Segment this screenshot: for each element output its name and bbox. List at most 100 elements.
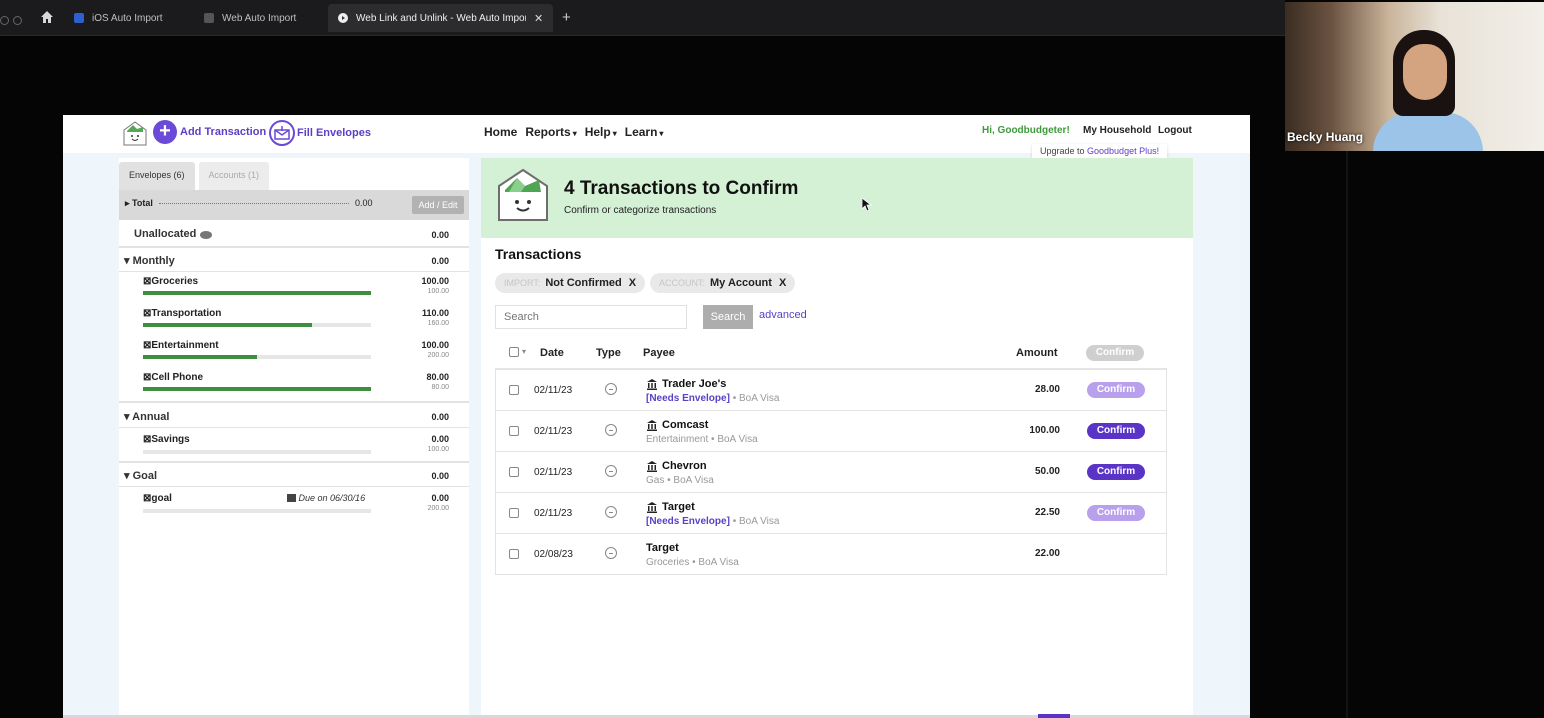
row-payee[interactable]: Target	[646, 501, 695, 513]
needs-envelope-link[interactable]: [Needs Envelope]	[646, 516, 730, 527]
plus-icon: +	[153, 120, 177, 144]
chevron-down-icon[interactable]: ▾	[522, 347, 526, 356]
envelope-goal[interactable]: ⊠goal	[143, 493, 172, 504]
tab-web-link-unlink[interactable]: Web Link and Unlink - Web Auto Import ✕	[328, 4, 554, 32]
due-date-text: Due on 06/30/16	[298, 493, 366, 503]
nav-home[interactable]: Home	[484, 125, 517, 139]
envelope-entertainment[interactable]: ⊠Entertainment	[143, 340, 219, 351]
nav-reports[interactable]: Reports ▾	[525, 125, 576, 139]
select-all-checkbox[interactable]	[509, 347, 519, 357]
goodbudget-logo-icon	[498, 168, 548, 221]
table-row[interactable]: 02/08/23 Target Groceries • BoA Visa 22.…	[495, 533, 1167, 575]
envelope-cell-phone[interactable]: ⊠Cell Phone	[143, 372, 203, 383]
window-dot-icon[interactable]	[13, 16, 22, 25]
table-row[interactable]: 02/11/23 Target [Needs Envelope] • BoA V…	[495, 492, 1167, 534]
row-payee[interactable]: Target	[646, 542, 679, 554]
column-type[interactable]: Type	[596, 347, 621, 359]
needs-envelope-link[interactable]: [Needs Envelope]	[646, 393, 730, 404]
envelope-budget: 80.00	[431, 384, 449, 391]
total-row[interactable]: ▸ Total 0.00 Add / Edit	[119, 190, 469, 220]
close-icon[interactable]: ✕	[534, 12, 543, 25]
nav-learn[interactable]: Learn ▾	[625, 125, 664, 139]
chip-value: Not Confirmed	[545, 277, 622, 289]
row-checkbox[interactable]	[509, 385, 519, 395]
my-household-link[interactable]: My Household	[1083, 125, 1151, 136]
filter-chip-import[interactable]: IMPORT: Not Confirmed X	[495, 273, 646, 293]
scrollbar-thumb[interactable]	[1038, 714, 1070, 718]
type-icon	[605, 424, 617, 436]
confirm-button[interactable]: Confirm	[1087, 423, 1145, 439]
table-row[interactable]: 02/11/23 Comcast Entertainment • BoA Vis…	[495, 410, 1167, 452]
tab-envelopes[interactable]: Envelopes (6)	[119, 162, 195, 190]
confirm-button[interactable]: Confirm	[1087, 464, 1145, 480]
envelope-transportation[interactable]: ⊠Transportation	[143, 308, 221, 319]
tab-accounts[interactable]: Accounts (1)	[198, 162, 270, 190]
advanced-search-link[interactable]: advanced	[759, 309, 807, 321]
search-input[interactable]	[495, 305, 687, 329]
chip-key: ACCOUNT:	[659, 278, 706, 288]
window-controls[interactable]	[0, 12, 26, 30]
tab-label: Web Link and Unlink - Web Auto Import	[356, 12, 526, 24]
tab-ios-auto-import[interactable]: iOS Auto Import	[64, 4, 173, 32]
filter-chip-account[interactable]: ACCOUNT: My Account X	[650, 273, 796, 293]
search-button[interactable]: Search	[703, 305, 753, 329]
row-checkbox[interactable]	[509, 549, 519, 559]
confirm-banner: 4 Transactions to Confirm Confirm or cat…	[481, 158, 1193, 238]
row-amount: 50.00	[1034, 466, 1060, 477]
envelope-savings[interactable]: ⊠Savings	[143, 434, 190, 445]
participant-name: Becky Huang	[1287, 130, 1364, 144]
group-goal[interactable]: ▾ Goal	[124, 469, 157, 482]
table-row[interactable]: 02/11/23 Chevron Gas • BoA Visa 50.00 Co…	[495, 451, 1167, 493]
add-edit-button[interactable]: Add / Edit	[412, 196, 464, 214]
window-dot-icon[interactable]	[0, 16, 9, 25]
fill-envelopes-button[interactable]: Fill Envelopes	[269, 120, 371, 146]
row-detail: Gas • BoA Visa	[646, 475, 714, 486]
chip-value: My Account	[710, 277, 772, 289]
column-date[interactable]: Date	[540, 347, 564, 359]
unallocated-value: 0.00	[431, 230, 449, 240]
envelope-progress	[143, 355, 371, 359]
tab-web-auto-import[interactable]: Web Auto Import	[194, 4, 306, 32]
goodbudget-logo-icon[interactable]	[121, 120, 149, 148]
screen: iOS Auto Import Web Auto Import Web Link…	[0, 0, 1544, 718]
envelope-groceries[interactable]: ⊠Groceries	[143, 276, 198, 287]
transactions-panel: 4 Transactions to Confirm Confirm or cat…	[481, 158, 1193, 718]
envelope-value: 110.00	[421, 308, 449, 318]
column-amount[interactable]: Amount	[1016, 347, 1058, 359]
row-payee[interactable]: Trader Joe's	[646, 378, 726, 390]
row-checkbox[interactable]	[509, 467, 519, 477]
new-tab-button[interactable]: +	[562, 9, 571, 26]
envelope-budget: 200.00	[427, 505, 449, 512]
dotted-leader	[159, 203, 349, 204]
tab-label: iOS Auto Import	[92, 12, 163, 24]
remove-filter-icon[interactable]: X	[779, 277, 786, 289]
row-payee[interactable]: Chevron	[646, 460, 707, 472]
group-monthly[interactable]: ▾ Monthly	[124, 254, 175, 267]
confirm-button[interactable]: Confirm	[1087, 505, 1145, 521]
remove-filter-icon[interactable]: X	[629, 277, 636, 289]
divider	[1346, 151, 1348, 718]
divider	[119, 461, 469, 463]
logout-link[interactable]: Logout	[1158, 125, 1192, 136]
confirm-all-button[interactable]: Confirm	[1086, 345, 1144, 361]
nav-label: Home	[484, 125, 518, 139]
confirm-button[interactable]: Confirm	[1087, 382, 1145, 398]
detail-text: Entertainment • BoA Visa	[646, 434, 758, 445]
add-transaction-button[interactable]: + Add Transaction	[153, 120, 266, 144]
unallocated-label: Unallocated	[134, 228, 197, 240]
envelope-progress	[143, 323, 371, 327]
unallocated-row[interactable]: Unallocated	[134, 228, 213, 240]
row-checkbox[interactable]	[509, 508, 519, 518]
group-annual[interactable]: ▾ Annual	[124, 410, 169, 423]
type-icon	[605, 506, 617, 518]
home-icon[interactable]	[40, 10, 54, 24]
doc-icon	[204, 13, 214, 23]
row-checkbox[interactable]	[509, 426, 519, 436]
nav-help[interactable]: Help ▾	[585, 125, 617, 139]
upgrade-link[interactable]: Goodbudget Plus!	[1087, 146, 1159, 156]
table-row[interactable]: 02/11/23 Trader Joe's [Needs Envelope] •…	[495, 369, 1167, 411]
column-payee[interactable]: Payee	[643, 347, 675, 359]
envelope-budget: 160.00	[427, 320, 449, 327]
row-payee[interactable]: Comcast	[646, 419, 708, 431]
row-date: 02/08/23	[534, 549, 573, 560]
